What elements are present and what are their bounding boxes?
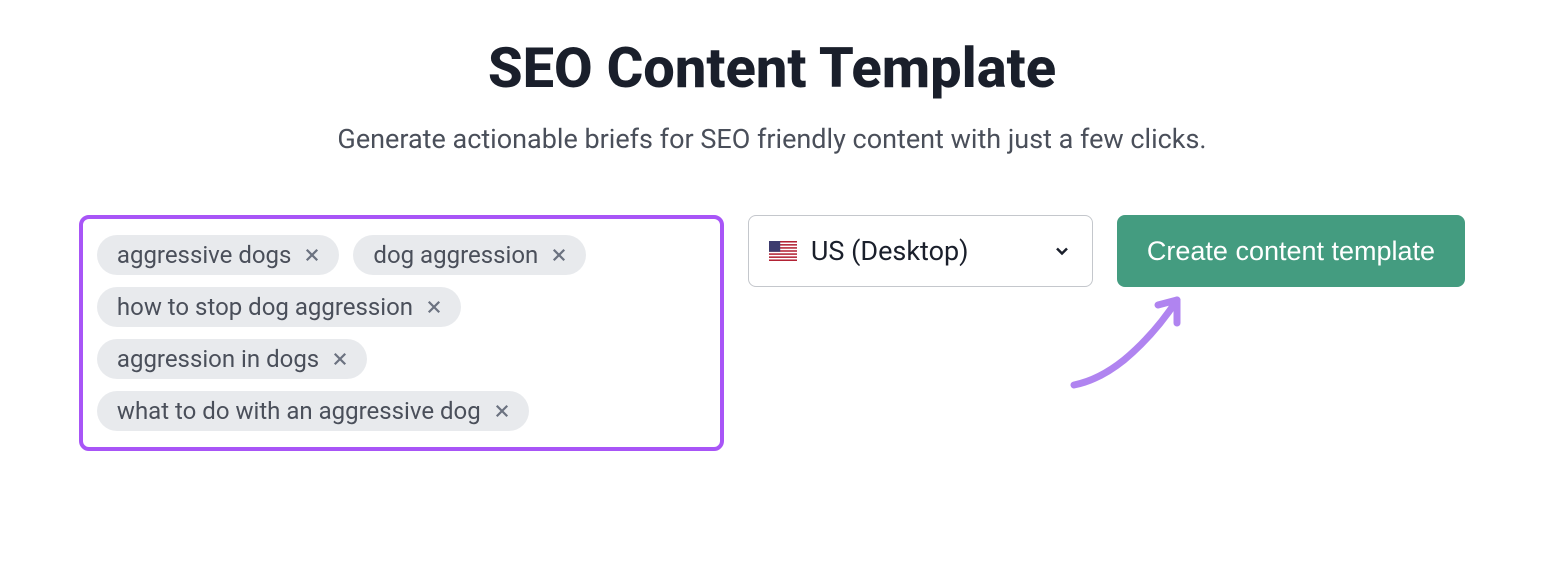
page-subtitle: Generate actionable briefs for SEO frien… bbox=[337, 123, 1206, 155]
close-icon bbox=[493, 402, 511, 420]
remove-tag-icon[interactable] bbox=[491, 400, 513, 422]
close-icon bbox=[425, 298, 443, 316]
keyword-tag-label: how to stop dog aggression bbox=[117, 295, 413, 319]
region-label: US (Desktop) bbox=[811, 235, 1038, 267]
chevron-down-icon bbox=[1052, 241, 1072, 261]
keyword-tag-label: aggression in dogs bbox=[117, 347, 319, 371]
close-icon bbox=[331, 350, 349, 368]
remove-tag-icon[interactable] bbox=[301, 244, 323, 266]
keyword-tag: aggression in dogs bbox=[97, 339, 367, 379]
keyword-tag-label: dog aggression bbox=[373, 243, 538, 267]
page-title: SEO Content Template bbox=[488, 35, 1056, 101]
keyword-tag: dog aggression bbox=[353, 235, 586, 275]
remove-tag-icon[interactable] bbox=[329, 348, 351, 370]
keyword-tag: what to do with an aggressive dog bbox=[97, 391, 529, 431]
keyword-tag: aggressive dogs bbox=[97, 235, 340, 275]
remove-tag-icon[interactable] bbox=[548, 244, 570, 266]
keyword-tag-label: aggressive dogs bbox=[117, 243, 292, 267]
close-icon bbox=[303, 246, 321, 264]
region-select[interactable]: US (Desktop) bbox=[748, 215, 1093, 287]
keyword-tag: how to stop dog aggression bbox=[97, 287, 461, 327]
us-flag-icon bbox=[769, 241, 797, 261]
form-row: aggressive dogs dog aggression how to st… bbox=[79, 215, 1465, 451]
keyword-tag-label: what to do with an aggressive dog bbox=[117, 399, 481, 423]
remove-tag-icon[interactable] bbox=[423, 296, 445, 318]
keywords-tags-input[interactable]: aggressive dogs dog aggression how to st… bbox=[79, 215, 724, 451]
annotation-arrow-icon bbox=[1059, 285, 1209, 395]
create-content-template-button[interactable]: Create content template bbox=[1117, 215, 1465, 287]
close-icon bbox=[550, 246, 568, 264]
